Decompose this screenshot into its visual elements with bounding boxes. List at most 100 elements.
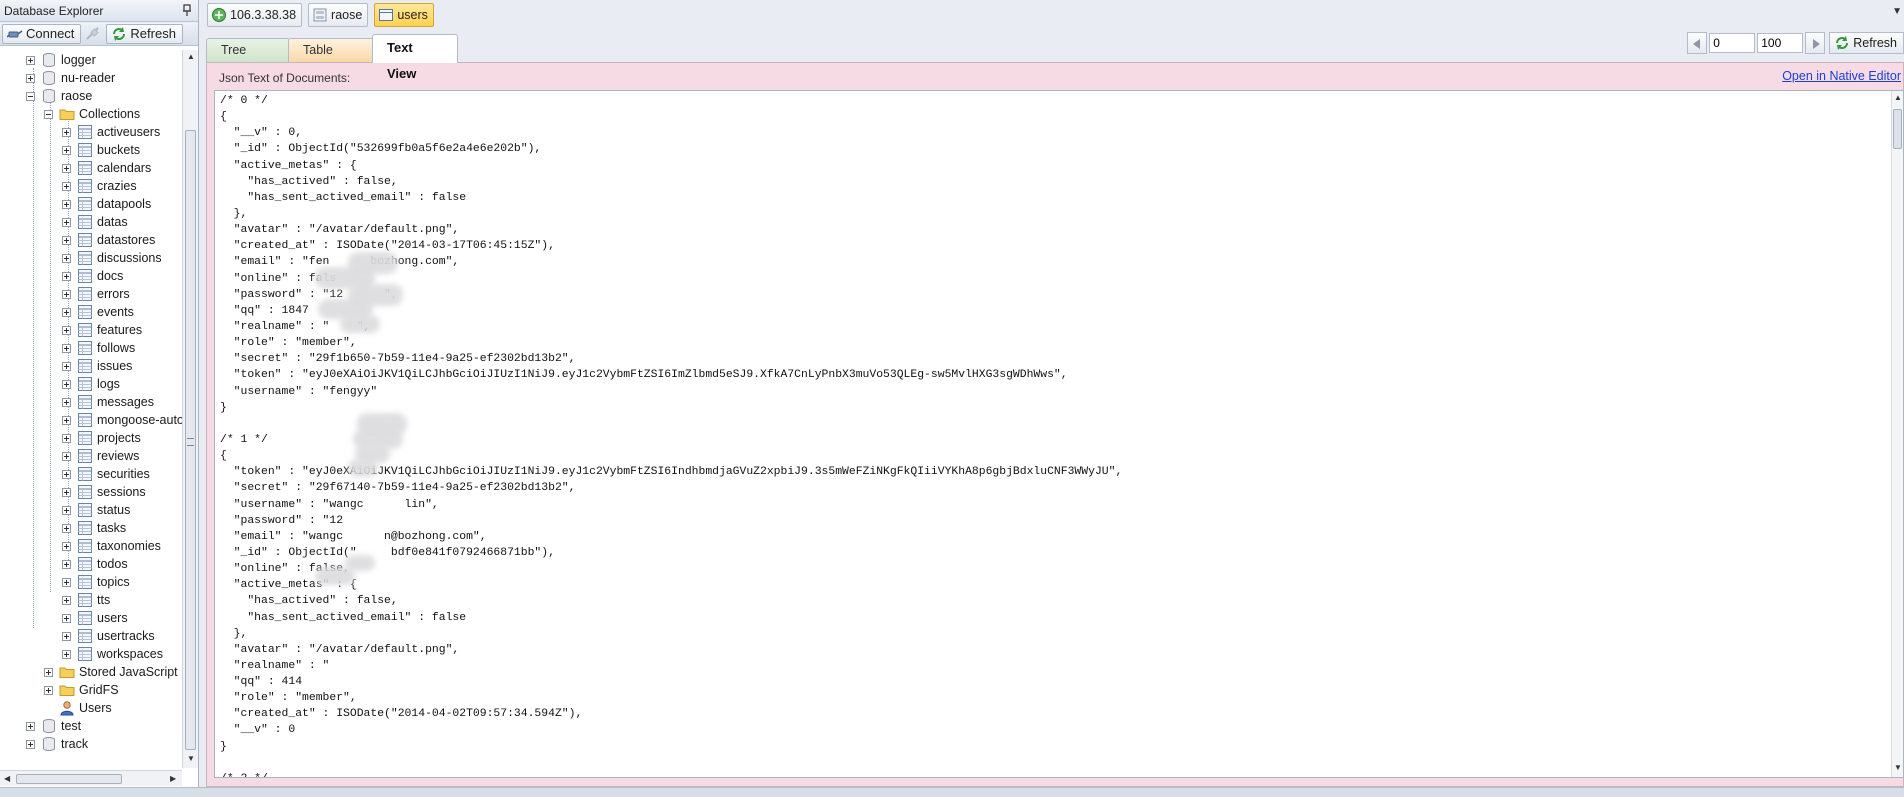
tree-collection-item[interactable]: logs xyxy=(62,375,120,393)
tree-collection-item[interactable]: users xyxy=(62,609,128,627)
limit-input[interactable] xyxy=(1757,33,1804,53)
explorer-refresh-button[interactable]: Refresh xyxy=(106,23,183,44)
expand-icon[interactable] xyxy=(62,163,71,173)
tab-tree-view[interactable]: Tree View xyxy=(206,38,290,79)
breadcrumb-server[interactable]: 106.3.38.38 xyxy=(207,3,303,27)
refresh-button[interactable]: Refresh xyxy=(1829,32,1904,54)
scroll-down-icon[interactable]: ▼ xyxy=(187,754,195,763)
open-native-editor-link[interactable]: Open in Native Editor xyxy=(1782,69,1901,83)
connect-button[interactable]: Connect xyxy=(2,23,82,44)
tree-collection-item[interactable]: follows xyxy=(62,339,135,357)
expand-icon[interactable] xyxy=(26,721,35,731)
tree-collection-item[interactable]: workspaces xyxy=(62,645,163,663)
scroll-down-icon[interactable]: ▼ xyxy=(1894,763,1902,772)
tree-collection-item[interactable]: errors xyxy=(62,285,130,303)
tree-collection-item[interactable]: issues xyxy=(62,357,132,375)
expand-icon[interactable] xyxy=(44,685,53,695)
tree-collection-item[interactable]: tts xyxy=(62,591,110,609)
tree-horizontal-scrollbar[interactable]: ◀ ▶ xyxy=(0,770,182,786)
expand-icon[interactable] xyxy=(62,289,71,299)
tree-collection-item[interactable]: mongoose-auto xyxy=(62,411,184,429)
expand-icon[interactable] xyxy=(62,145,71,155)
tab-table-view[interactable]: Table View xyxy=(288,38,374,79)
tree-collection-item[interactable]: datastores xyxy=(62,231,155,249)
tree-db-track[interactable]: track xyxy=(26,735,88,753)
json-text-area[interactable]: /* 0 */ { "__v" : 0, "_id" : ObjectId("53… xyxy=(214,90,1904,778)
expand-icon[interactable] xyxy=(62,235,71,245)
expand-icon[interactable] xyxy=(62,379,71,389)
expand-icon[interactable] xyxy=(62,325,71,335)
next-page-button[interactable] xyxy=(1805,32,1826,54)
expand-icon[interactable] xyxy=(62,451,71,461)
pin-icon[interactable] xyxy=(182,4,192,17)
expand-icon[interactable] xyxy=(62,559,71,569)
expand-icon[interactable] xyxy=(44,667,53,677)
tree-collection-item[interactable]: taxonomies xyxy=(62,537,161,555)
expand-icon[interactable] xyxy=(62,253,71,263)
scroll-thumb[interactable] xyxy=(1893,109,1902,149)
scroll-up-icon[interactable]: ▲ xyxy=(1894,93,1902,102)
tree-collection-item[interactable]: projects xyxy=(62,429,141,447)
tree-collection-item[interactable]: messages xyxy=(62,393,154,411)
expand-icon[interactable] xyxy=(62,487,71,497)
scroll-thumb[interactable] xyxy=(16,774,122,784)
tree-collection-item[interactable]: features xyxy=(62,321,142,339)
expand-icon[interactable] xyxy=(62,631,71,641)
text-vertical-scrollbar[interactable]: ▲ ▼ xyxy=(1891,91,1903,777)
tree-collection-item[interactable]: topics xyxy=(62,573,130,591)
expand-icon[interactable] xyxy=(62,523,71,533)
expand-icon[interactable] xyxy=(62,199,71,209)
expand-icon[interactable] xyxy=(62,541,71,551)
expand-icon[interactable] xyxy=(62,595,71,605)
tree-users[interactable]: Users xyxy=(44,699,112,717)
tree-db-test[interactable]: test xyxy=(26,717,81,735)
chevron-down-icon[interactable]: ▼ xyxy=(1892,6,1902,17)
tree-db-raose[interactable]: raose xyxy=(26,87,92,105)
expand-icon[interactable] xyxy=(62,343,71,353)
expand-icon[interactable] xyxy=(26,739,35,749)
breadcrumb-database[interactable]: raose xyxy=(308,3,369,27)
expand-icon[interactable] xyxy=(62,397,71,407)
collapse-icon[interactable] xyxy=(44,109,53,119)
tab-text-view[interactable]: Text View xyxy=(372,34,458,81)
tree-gridfs[interactable]: GridFS xyxy=(44,681,119,699)
expand-icon[interactable] xyxy=(62,433,71,443)
expand-icon[interactable] xyxy=(62,217,71,227)
expand-icon[interactable] xyxy=(62,505,71,515)
tree-collection-item[interactable]: sessions xyxy=(62,483,146,501)
expand-icon[interactable] xyxy=(62,613,71,623)
expand-icon[interactable] xyxy=(62,181,71,191)
tree-collection-item[interactable]: reviews xyxy=(62,447,139,465)
tree-collection-item[interactable]: tasks xyxy=(62,519,126,537)
tree-collection-item[interactable]: calendars xyxy=(62,159,151,177)
tree-collection-item[interactable]: docs xyxy=(62,267,123,285)
expand-icon[interactable] xyxy=(62,469,71,479)
expand-icon[interactable] xyxy=(62,415,71,425)
skip-input[interactable] xyxy=(1709,33,1756,53)
scroll-up-icon[interactable]: ▲ xyxy=(187,52,195,61)
breadcrumb-collection[interactable]: users xyxy=(374,3,434,27)
disconnect-icon[interactable] xyxy=(84,25,102,43)
tree-collection-item[interactable]: status xyxy=(62,501,130,519)
expand-icon[interactable] xyxy=(62,577,71,587)
tree-collection-item[interactable]: datas xyxy=(62,213,128,231)
tree-collection-item[interactable]: events xyxy=(62,303,134,321)
tree-vertical-scrollbar[interactable]: ▲ ▼ xyxy=(182,50,198,768)
tree-collection-item[interactable]: todos xyxy=(62,555,128,573)
tree-collection-item[interactable]: usertracks xyxy=(62,627,155,645)
tree-collection-item[interactable]: discussions xyxy=(62,249,162,267)
expand-icon[interactable] xyxy=(62,649,71,659)
scroll-right-icon[interactable]: ▶ xyxy=(170,774,176,783)
expand-icon[interactable] xyxy=(26,73,35,83)
expand-icon[interactable] xyxy=(62,127,71,137)
tree-collection-item[interactable]: securities xyxy=(62,465,150,483)
tree-collections-folder[interactable]: Collections xyxy=(44,105,140,123)
tree-stored-javascript[interactable]: Stored JavaScript xyxy=(44,663,178,681)
expand-icon[interactable] xyxy=(62,307,71,317)
expand-icon[interactable] xyxy=(62,361,71,371)
scroll-left-icon[interactable]: ◀ xyxy=(4,774,10,783)
tree-db-nu-reader[interactable]: nu-reader xyxy=(26,69,115,87)
tree-collection-item[interactable]: buckets xyxy=(62,141,140,159)
expand-icon[interactable] xyxy=(62,271,71,281)
collapse-icon[interactable] xyxy=(26,91,35,101)
